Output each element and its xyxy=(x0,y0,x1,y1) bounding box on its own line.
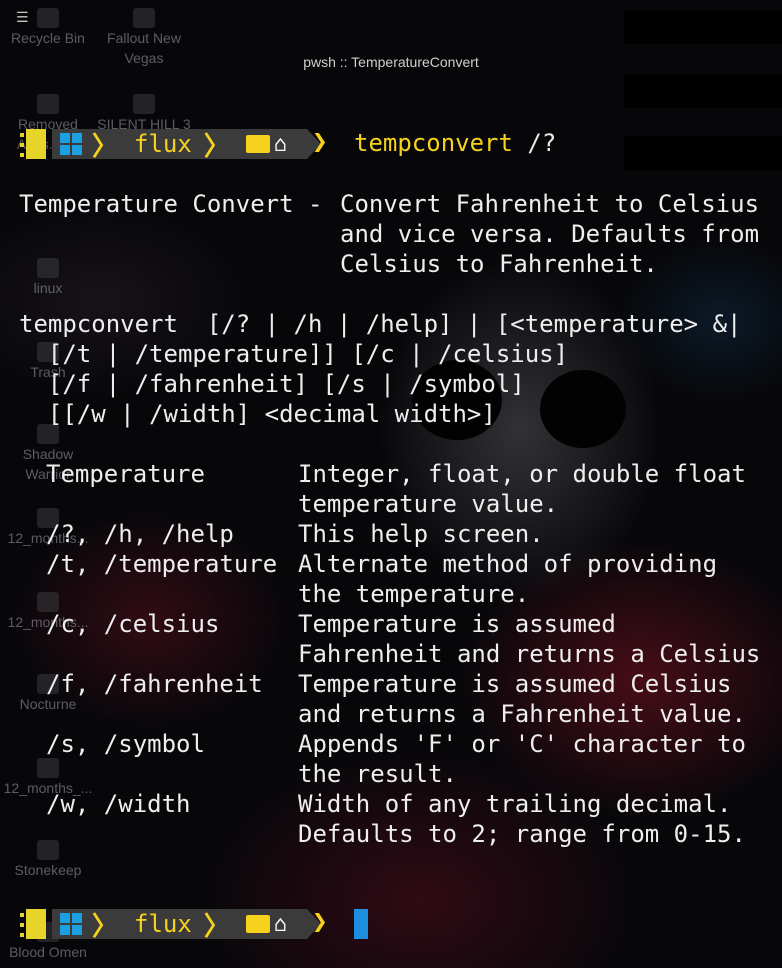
text-cursor[interactable] xyxy=(354,909,368,939)
overlay-bar xyxy=(624,136,782,170)
option-desc: Temperature is assumed xyxy=(298,610,616,638)
option-desc: Appends 'F' or 'C' character to xyxy=(298,730,746,758)
folder-icon xyxy=(245,915,270,933)
prompt-os-segment: 〉 flux 〉 ⌂ xyxy=(52,129,322,162)
option-desc: the result. xyxy=(298,760,457,788)
prompt-line: 〉 flux 〉 ⌂ xyxy=(20,129,322,162)
desktop-icon[interactable]: Recycle Bin xyxy=(0,8,96,48)
folder-icon xyxy=(37,258,59,278)
option-desc: Width of any trailing decimal. xyxy=(298,790,732,818)
game-icon xyxy=(133,94,155,114)
separator-chevron: 〉 xyxy=(92,131,119,162)
skull-eye-right xyxy=(540,370,626,448)
desktop-icon[interactable]: linux xyxy=(0,258,96,298)
help-desc-line: and vice versa. Defaults from xyxy=(340,220,760,248)
overlay-bar xyxy=(624,74,782,108)
prompt-symbol: ❯ xyxy=(312,127,328,157)
folder-icon xyxy=(245,135,270,153)
option-flag: /?, /h, /help xyxy=(46,520,234,548)
home-icon: ⌂ xyxy=(273,131,288,157)
prompt-directory: flux xyxy=(134,910,192,938)
option-flag: Temperature xyxy=(46,460,205,488)
help-desc-line: Celsius to Fahrenheit. xyxy=(340,250,658,278)
option-desc: Integer, float, or double float xyxy=(298,460,746,488)
option-desc: This help screen. xyxy=(298,520,544,548)
option-desc: temperature value. xyxy=(298,490,559,518)
option-desc: Alternate method of providing xyxy=(298,550,718,578)
window-title: pwsh :: TemperatureConvert xyxy=(303,54,479,70)
game-icon xyxy=(133,8,155,28)
help-name: Temperature Convert - xyxy=(19,190,323,218)
separator-chevron: 〉 xyxy=(203,911,230,942)
game-icon xyxy=(37,840,59,860)
separator-chevron: 〉 xyxy=(92,911,119,942)
option-desc: Temperature is assumed Celsius xyxy=(298,670,732,698)
home-icon: ⌂ xyxy=(273,911,288,937)
usage-line: [/f | /fahrenheit] [/s | /symbol] xyxy=(19,370,525,398)
option-flag: /t, /temperature xyxy=(46,550,278,578)
desktop-icon[interactable]: Stonekeep xyxy=(0,840,96,880)
prompt-line: 〉 flux 〉 ⌂ xyxy=(20,909,322,942)
command-input: tempconvert /? xyxy=(354,129,557,157)
prompt-symbol: ❯ xyxy=(312,907,328,937)
terminal-logo-icon xyxy=(20,909,46,939)
usage-line: [/t | /temperature]] [/c | /celsius] xyxy=(19,340,569,368)
option-desc: Fahrenheit and returns a Celsius xyxy=(298,640,761,668)
option-flag: /w, /width xyxy=(46,790,191,818)
option-desc: Defaults to 2; range from 0-15. xyxy=(298,820,746,848)
option-flag: /f, /fahrenheit xyxy=(46,670,263,698)
audio-file-icon xyxy=(37,758,59,778)
recycle-bin-icon xyxy=(37,8,59,28)
option-desc: and returns a Fahrenheit value. xyxy=(298,700,746,728)
option-desc: the temperature. xyxy=(298,580,530,608)
hamburger-icon[interactable]: ☰ xyxy=(16,10,29,26)
usage-line: tempconvert [/? | /h | /help] | [<temper… xyxy=(19,310,742,338)
option-flag: /c, /celsius xyxy=(46,610,220,638)
separator-chevron: 〉 xyxy=(203,131,230,162)
overlay-bar xyxy=(624,10,782,44)
help-desc-line: Convert Fahrenheit to Celsius xyxy=(340,190,760,218)
usage-line: [[/w | /width] <decimal width>] xyxy=(19,400,496,428)
option-flag: /s, /symbol xyxy=(46,730,205,758)
prompt-os-segment: 〉 flux 〉 ⌂ xyxy=(52,909,322,942)
browser-icon xyxy=(37,94,59,114)
terminal-logo-icon xyxy=(20,129,46,159)
windows-icon xyxy=(60,133,82,155)
windows-icon xyxy=(60,913,82,935)
prompt-directory: flux xyxy=(134,130,192,158)
